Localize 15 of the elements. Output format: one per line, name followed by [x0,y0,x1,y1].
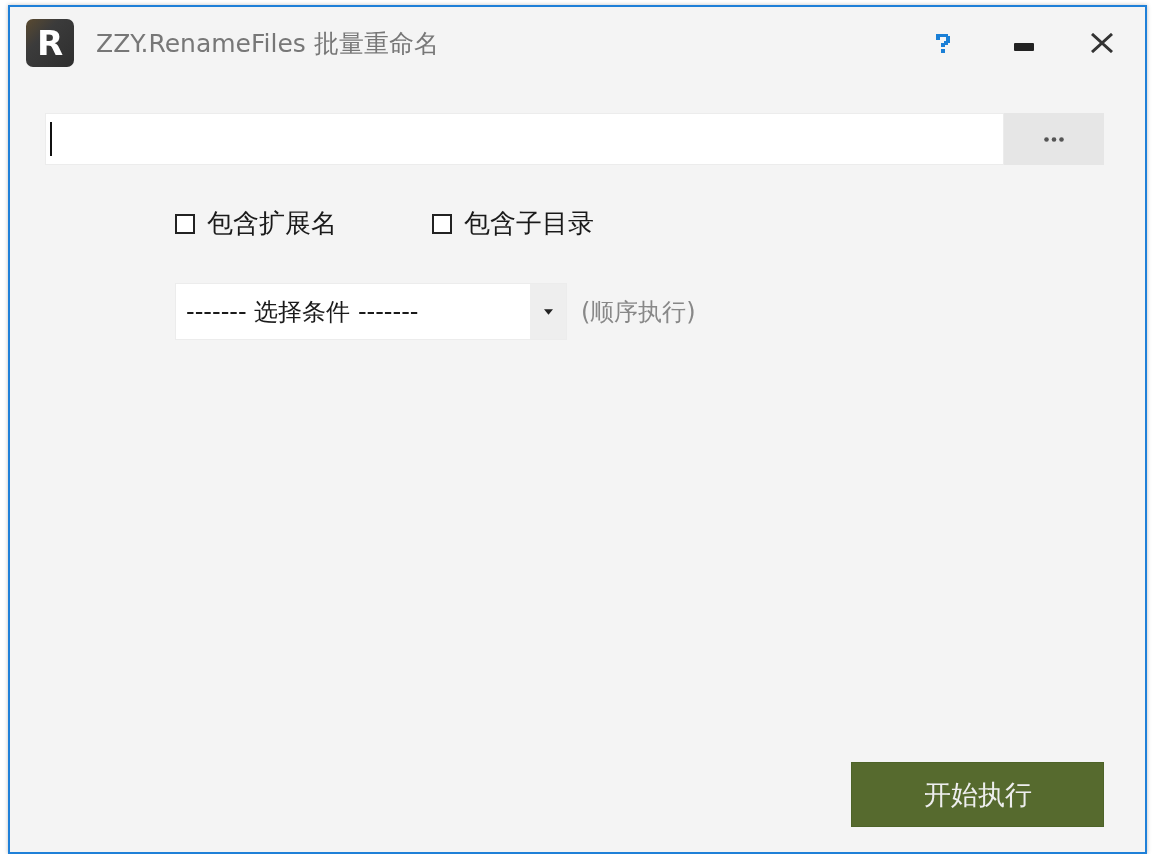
condition-dropdown[interactable]: ------- 选择条件 ------- [175,283,567,340]
app-logo: R [26,19,74,67]
start-button[interactable]: 开始执行 [851,762,1104,827]
checkbox-label[interactable]: 包含子目录 [464,206,594,241]
checkbox[interactable] [432,213,452,234]
checkbox[interactable] [175,213,195,234]
close-icon[interactable] [1091,33,1113,53]
caret-icon [543,308,553,315]
minimize-icon[interactable] [1014,43,1034,51]
order-hint: (顺序执行) [581,296,696,328]
window-title: ZZY.RenameFiles 批量重命名 [96,27,439,60]
checkbox-label[interactable]: 包含扩展名 [207,206,337,241]
path-input-field[interactable] [45,113,1004,165]
ellipsis-icon [1044,136,1064,142]
help-icon[interactable] [936,33,950,53]
